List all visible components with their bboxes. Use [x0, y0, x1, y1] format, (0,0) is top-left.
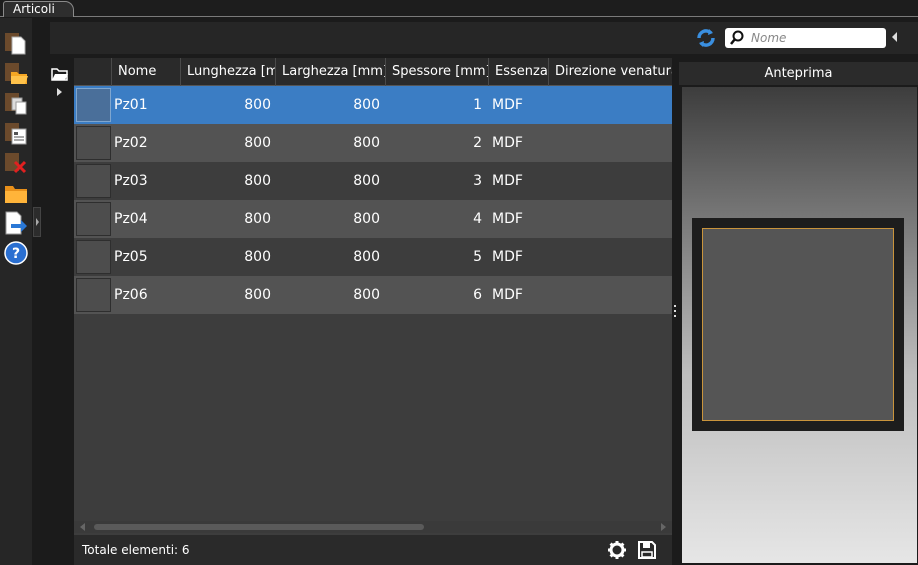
row-thumbnail — [76, 240, 111, 274]
panel-preview-shape — [702, 228, 894, 421]
preview-splitter[interactable] — [672, 58, 678, 565]
cell-essenza: MDF — [492, 287, 523, 303]
table-row[interactable]: Pz02 800 800 2 MDF — [74, 124, 672, 162]
cell-direzione-venatura — [555, 238, 670, 276]
cell-essenza: MDF — [492, 249, 523, 265]
cell-essenza: MDF — [492, 211, 523, 227]
cell-direzione-venatura — [555, 162, 670, 200]
cell-nome: Pz03 — [114, 173, 148, 189]
cell-essenza: MDF — [492, 173, 523, 189]
cell-lunghezza: 800 — [244, 135, 271, 151]
cell-lunghezza: 800 — [244, 249, 271, 265]
tab-articoli[interactable]: Articoli — [3, 1, 74, 17]
table-row[interactable]: Pz04 800 800 4 MDF — [74, 200, 672, 238]
delete-document-icon[interactable] — [3, 150, 29, 176]
left-toolbar: ? — [0, 18, 32, 565]
cell-essenza: MDF — [492, 135, 523, 151]
help-icon[interactable]: ? — [3, 240, 29, 266]
refresh-icon[interactable] — [695, 27, 717, 49]
panel-preview-frame — [692, 218, 904, 431]
cell-larghezza: 800 — [353, 97, 380, 113]
cell-direzione-venatura — [555, 124, 670, 162]
table-row[interactable]: Pz05 800 800 5 MDF — [74, 238, 672, 276]
cell-nome: Pz05 — [114, 249, 148, 265]
list-document-icon[interactable] — [3, 120, 29, 146]
grid-footer: Totale elementi: 6 — [74, 535, 672, 565]
cell-spessore: 3 — [473, 173, 482, 189]
table-row[interactable]: Pz06 800 800 6 MDF — [74, 276, 672, 314]
preview-title: Anteprima — [679, 62, 918, 85]
cell-lunghezza: 800 — [244, 211, 271, 227]
cell-nome: Pz01 — [114, 97, 148, 113]
cell-essenza: MDF — [492, 97, 523, 113]
cell-lunghezza: 800 — [244, 287, 271, 303]
cell-spessore: 1 — [473, 97, 482, 113]
search-icon — [729, 30, 745, 46]
open-folder-icon[interactable] — [3, 60, 29, 86]
scroll-right-icon[interactable] — [661, 523, 666, 531]
splitter-grip[interactable] — [674, 305, 676, 319]
cell-nome: Pz02 — [114, 135, 148, 151]
cell-direzione-venatura — [555, 200, 670, 238]
copy-document-icon[interactable] — [3, 90, 29, 116]
cell-spessore: 5 — [473, 249, 482, 265]
tab-strip: Articoli — [0, 0, 918, 17]
svg-text:?: ? — [12, 246, 20, 262]
folder-icon[interactable] — [3, 180, 29, 206]
row-thumbnail — [76, 202, 111, 236]
scroll-left-icon[interactable] — [80, 523, 85, 531]
table-row[interactable]: Pz01 800 800 1 MDF — [74, 86, 672, 124]
header-thumbnail — [74, 58, 112, 86]
cell-larghezza: 800 — [353, 287, 380, 303]
expand-arrow-icon[interactable] — [57, 88, 62, 96]
horizontal-scrollbar[interactable] — [74, 521, 672, 533]
row-thumbnail — [76, 88, 111, 122]
cell-larghezza: 800 — [353, 135, 380, 151]
header-direzione-venatura[interactable]: Direzione venatura — [549, 58, 672, 86]
cell-nome: Pz04 — [114, 211, 148, 227]
header-nome[interactable]: Nome — [112, 58, 181, 86]
header-spessore[interactable]: Spessore [mm] — [386, 58, 489, 86]
total-elements-label: Totale elementi: 6 — [82, 543, 190, 557]
preview-pane: Anteprima — [679, 62, 918, 565]
cell-lunghezza: 800 — [244, 97, 271, 113]
table-row[interactable]: Pz03 800 800 3 MDF — [74, 162, 672, 200]
articles-grid: Nome Lunghezza [m Larghezza [mm] Spessor… — [74, 58, 672, 565]
header-essenza[interactable]: Essenza — [489, 58, 549, 86]
search-box — [725, 28, 886, 48]
cell-spessore: 6 — [473, 287, 482, 303]
cell-larghezza: 800 — [353, 249, 380, 265]
row-thumbnail — [76, 278, 111, 312]
scrollbar-thumb[interactable] — [94, 524, 424, 530]
cell-direzione-venatura — [555, 276, 670, 314]
top-toolbar — [50, 22, 918, 54]
grid-header: Nome Lunghezza [m Larghezza [mm] Spessor… — [74, 58, 672, 86]
search-input[interactable] — [751, 29, 881, 47]
row-thumbnail — [76, 164, 111, 198]
preview-canvas[interactable] — [682, 87, 917, 563]
collapse-arrow-icon[interactable] — [892, 32, 897, 42]
folder-column — [44, 18, 72, 565]
header-lunghezza[interactable]: Lunghezza [m — [181, 58, 276, 86]
open-folder-small-icon[interactable] — [51, 66, 69, 82]
cell-direzione-venatura — [555, 86, 670, 124]
cell-nome: Pz06 — [114, 287, 148, 303]
cell-larghezza: 800 — [353, 173, 380, 189]
new-document-icon[interactable] — [3, 30, 29, 56]
header-larghezza[interactable]: Larghezza [mm] — [276, 58, 386, 86]
save-icon[interactable] — [637, 540, 657, 560]
cell-lunghezza: 800 — [244, 173, 271, 189]
export-icon[interactable] — [3, 210, 29, 236]
row-thumbnail — [76, 126, 111, 160]
cell-spessore: 2 — [473, 135, 482, 151]
gear-icon[interactable] — [607, 540, 627, 560]
cell-larghezza: 800 — [353, 211, 380, 227]
cell-spessore: 4 — [473, 211, 482, 227]
left-panel-splitter[interactable] — [33, 207, 41, 237]
